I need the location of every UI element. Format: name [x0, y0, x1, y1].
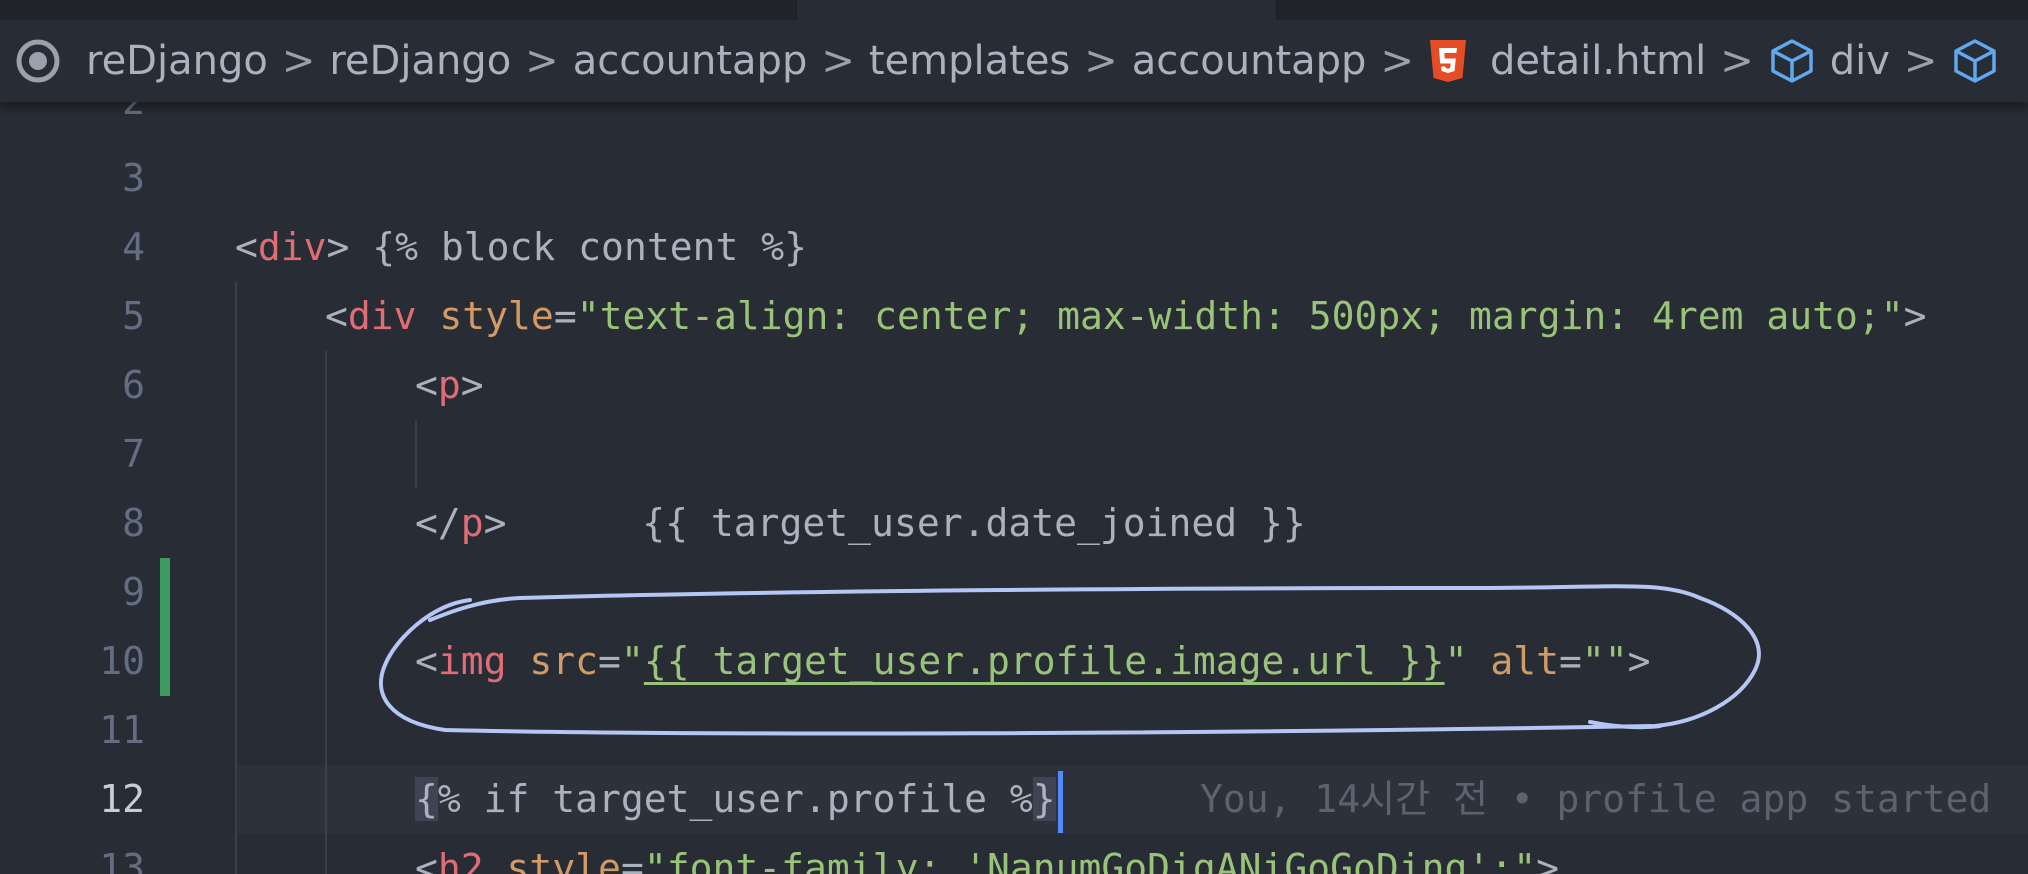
breadcrumb-item-project[interactable]: reDjango — [86, 38, 268, 84]
line-number: 6 — [122, 363, 145, 407]
breadcrumb-separator: > — [525, 38, 559, 84]
breadcrumb: reDjango > reDjango > accountapp > templ… — [0, 20, 2028, 102]
code-line[interactable]: <img src="{{ target_user.profile.image.u… — [415, 627, 1651, 696]
breadcrumb-item-element[interactable]: div — [1830, 38, 1890, 84]
code-line[interactable]: <h2 style="font-family: 'NanumGoDigANiGo… — [415, 834, 1559, 874]
breadcrumb-separator: > — [1084, 38, 1118, 84]
text-cursor — [1057, 770, 1063, 833]
code-line[interactable]: {% block content %} — [235, 144, 807, 269]
line-number: 13 — [99, 846, 145, 874]
code-line[interactable]: <div style="text-align: center; max-widt… — [325, 282, 1927, 351]
line-number-active: 12 — [99, 777, 145, 821]
source-control-repo-icon — [14, 37, 62, 85]
html5-icon — [1428, 38, 1468, 84]
breadcrumb-separator: > — [1903, 38, 1938, 84]
code-line-active[interactable]: {% if target_user.profile %} — [415, 765, 1063, 834]
line-number: 9 — [122, 570, 145, 614]
line-number: 10 — [99, 639, 145, 683]
matching-brace: } — [1032, 777, 1056, 821]
indent-guide — [415, 420, 417, 489]
line-number: 5 — [122, 294, 145, 338]
code-line[interactable]: <div> — [235, 213, 349, 282]
line-number: 3 — [122, 156, 145, 200]
indent-guide — [235, 282, 237, 874]
symbol-cube-icon — [1768, 37, 1816, 85]
symbol-cube-icon — [1951, 37, 1999, 85]
editor-window: reDjango > reDjango > accountapp > templ… — [0, 0, 2028, 874]
breadcrumb-separator: > — [1720, 38, 1754, 84]
template-variable[interactable]: {{ target_user.profile.image.url }} — [644, 639, 1445, 683]
breadcrumb-separator: > — [821, 38, 855, 84]
breadcrumb-item-templates[interactable]: templates — [869, 38, 1070, 84]
breadcrumb-separator: > — [1380, 38, 1414, 84]
git-blame-annotation: You, 14시간 전 • profile app started — [1200, 777, 1992, 821]
tab-inactive-left[interactable] — [0, 0, 795, 20]
line-number: 4 — [122, 225, 145, 269]
line-number: 11 — [99, 708, 145, 752]
breadcrumb-item-package[interactable]: reDjango — [329, 38, 511, 84]
tab-active[interactable] — [797, 0, 1276, 20]
breadcrumb-separator: > — [281, 38, 316, 84]
tab-inactive-right[interactable] — [1278, 0, 2028, 20]
breadcrumb-item-app[interactable]: accountapp — [573, 38, 808, 84]
code-editor[interactable]: 2 3 4 5 6 7 8 9 10 11 12 13 {% block con… — [0, 79, 2028, 874]
breadcrumb-item-templates-app[interactable]: accountapp — [1132, 38, 1367, 84]
code-line[interactable]: </p> — [415, 489, 507, 558]
tab-strip — [0, 0, 2028, 20]
code-line[interactable]: {{ target_user.date_joined }} — [505, 420, 1305, 545]
line-number: 7 — [122, 432, 145, 476]
code-line[interactable]: <p> — [415, 351, 484, 420]
breadcrumb-item-file[interactable]: detail.html — [1490, 38, 1706, 84]
line-number: 8 — [122, 501, 145, 545]
indent-guide — [325, 351, 327, 874]
matching-brace: { — [415, 777, 438, 821]
